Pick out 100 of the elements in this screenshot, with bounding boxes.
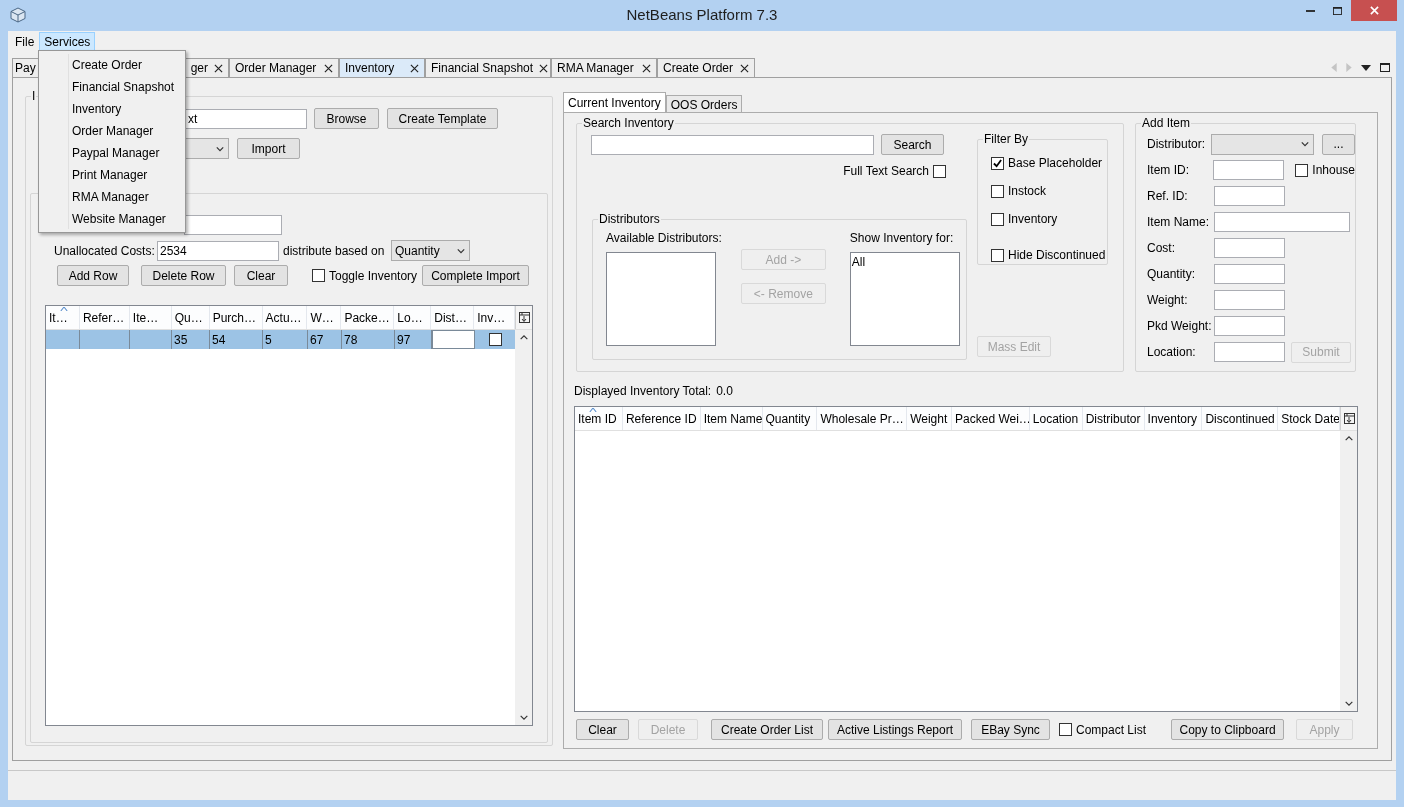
group-title: Filter By: [983, 132, 1029, 146]
field-label: Pkd Weight:: [1147, 318, 1213, 335]
scrollbar[interactable]: [1340, 431, 1357, 711]
tab-label[interactable]: Order Manager: [235, 59, 317, 77]
sort-icon: [589, 408, 597, 412]
field-label: distribute based on: [283, 242, 386, 260]
checkbox[interactable]: [933, 164, 946, 178]
button[interactable]: EBay Sync: [971, 719, 1050, 740]
text-field[interactable]: [1214, 186, 1285, 206]
tab[interactable]: RMA Manager: [551, 58, 657, 77]
tab-label[interactable]: Pay: [15, 59, 36, 77]
column-header[interactable]: Packed Wei…: [952, 407, 1030, 430]
checkbox[interactable]: [312, 269, 325, 282]
chevron-down-icon: [1344, 701, 1353, 706]
button[interactable]: Active Listings Report: [828, 719, 962, 740]
menu-item[interactable]: Website Manager: [39, 208, 185, 230]
tab-label[interactable]: Create Order: [663, 59, 734, 77]
field-label: Item Name:: [1147, 214, 1210, 231]
text-field[interactable]: [1214, 290, 1285, 310]
text-field[interactable]: [184, 215, 282, 235]
chevron-up-icon: [1344, 436, 1353, 441]
total-label: Displayed Inventory Total:: [574, 383, 712, 400]
text-field[interactable]: [1213, 160, 1285, 180]
table-cell: 67: [308, 330, 342, 349]
scrollbar[interactable]: [515, 330, 532, 725]
checkbox-label: Inventory: [1008, 211, 1058, 228]
search-field[interactable]: [591, 134, 874, 155]
column-header[interactable]: Wholesale Pr…: [817, 407, 908, 430]
field-label: Distributor:: [1147, 136, 1206, 153]
menu-item[interactable]: RMA Manager: [39, 186, 185, 208]
checkbox[interactable]: [991, 212, 1004, 226]
menu-item[interactable]: Paypal Manager: [39, 142, 185, 164]
column-chooser-icon: [1343, 413, 1355, 424]
text-field[interactable]: [1214, 238, 1285, 258]
list-box[interactable]: [606, 252, 716, 346]
button[interactable]: Import: [237, 138, 300, 159]
menu-item[interactable]: Inventory: [39, 98, 185, 120]
checkbox[interactable]: [1295, 163, 1309, 177]
tab[interactable]: Current Inventory: [563, 92, 666, 112]
menu-item[interactable]: Print Manager: [39, 164, 185, 186]
text-field[interactable]: [1214, 342, 1285, 362]
cube-icon: [10, 7, 26, 23]
column-header[interactable]: Weight: [907, 407, 953, 430]
column-header[interactable]: W…: [307, 306, 342, 329]
button[interactable]: Create Order List: [711, 719, 823, 740]
table-cell[interactable]: [432, 330, 475, 349]
column-chooser-button[interactable]: [1340, 407, 1357, 430]
table-row[interactable]: 35 54 5 67 78 97: [46, 330, 517, 349]
text-field[interactable]: xt: [185, 108, 307, 129]
tab-label[interactable]: ger: [190, 59, 208, 77]
button[interactable]: Copy to Clipboard: [1171, 719, 1285, 740]
tab-label[interactable]: RMA Manager: [557, 59, 634, 77]
button[interactable]: ...: [1322, 133, 1355, 155]
field-label: Cost:: [1147, 240, 1176, 257]
column-header[interactable]: Actu…: [262, 306, 308, 329]
menu-item[interactable]: File: [10, 31, 40, 51]
menu-item[interactable]: Financial Snapshot: [39, 76, 185, 98]
button[interactable]: Search: [881, 134, 944, 155]
tab[interactable]: Inventory: [339, 58, 425, 77]
menu-item[interactable]: Order Manager: [39, 120, 185, 142]
column-header[interactable]: Stock Date: [1278, 407, 1341, 430]
tab[interactable]: Order Manager: [229, 58, 339, 77]
text-field[interactable]: [1214, 316, 1285, 336]
text-field[interactable]: [1214, 212, 1350, 232]
dropdown[interactable]: Quantity: [391, 240, 470, 261]
text-field[interactable]: 2534: [157, 240, 279, 261]
column-chooser-icon: [518, 312, 530, 323]
sort-icon: [60, 307, 68, 311]
menu-item[interactable]: Create Order: [39, 54, 185, 76]
chevron-up-icon: [519, 335, 528, 340]
text-field[interactable]: [1214, 264, 1285, 284]
group-title: Distributors: [598, 212, 661, 226]
button[interactable]: Complete Import: [422, 265, 530, 286]
checkbox[interactable]: [489, 333, 502, 346]
tab[interactable]: Create Order: [657, 58, 755, 77]
menu-item[interactable]: Services: [39, 31, 96, 51]
checkbox[interactable]: [1059, 723, 1072, 736]
checkbox[interactable]: [991, 156, 1004, 170]
checkbox[interactable]: [991, 184, 1004, 198]
tab-label[interactable]: Inventory: [345, 59, 395, 77]
checkmark-icon: [993, 158, 1002, 168]
dropdown[interactable]: [185, 138, 229, 159]
list-item[interactable]: All: [850, 253, 959, 271]
button[interactable]: Create Template: [387, 108, 498, 129]
dropdown[interactable]: [1211, 133, 1314, 155]
total-value: 0.0: [716, 383, 733, 400]
list-label: Show Inventory for:: [849, 230, 955, 247]
checkbox[interactable]: [991, 248, 1004, 262]
button[interactable]: Add Row: [57, 265, 129, 286]
button[interactable]: Clear: [576, 719, 629, 740]
tab[interactable]: OOS Orders: [665, 95, 743, 112]
column-chooser-button[interactable]: [515, 306, 532, 329]
button[interactable]: Delete Row: [141, 265, 226, 286]
field-label: Ref. ID:: [1147, 188, 1189, 205]
list-box[interactable]: All: [849, 252, 960, 346]
button[interactable]: Browse: [314, 108, 379, 129]
tab[interactable]: Financial Snapshot: [425, 58, 551, 77]
table-cell: 35: [172, 330, 210, 349]
tab-label[interactable]: Financial Snapshot: [431, 59, 534, 77]
button[interactable]: Clear: [234, 265, 288, 286]
